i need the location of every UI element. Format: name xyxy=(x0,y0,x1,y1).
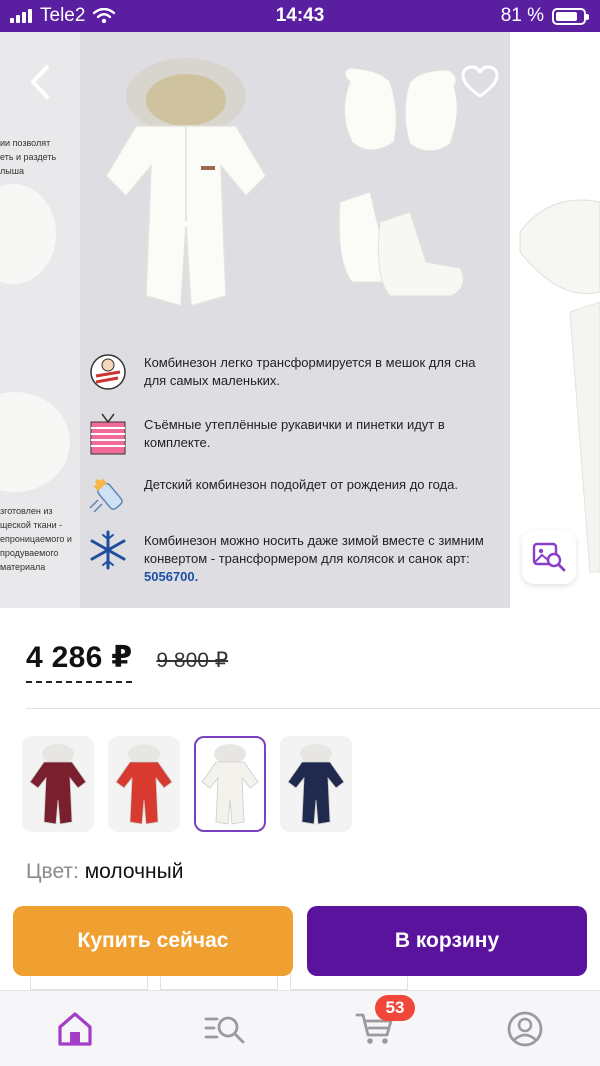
gallery-prev-slide: ии позволят еть и раздеть лыша зготовлен и… xyxy=(0,32,80,608)
variant-product-image xyxy=(29,744,87,825)
battery-icon xyxy=(552,7,589,25)
prev-slide-product-detail xyxy=(0,184,56,284)
gallery-next-slide xyxy=(510,32,600,608)
color-line: Цвет: молочный xyxy=(26,860,183,884)
prev-slide-text-top: ии позволят еть и раздеть лыша xyxy=(0,136,80,178)
color-label: Цвет: xyxy=(26,860,79,883)
mittens-image xyxy=(344,67,458,152)
back-button[interactable] xyxy=(18,60,62,104)
prev-slide-text-line: ии позволят xyxy=(0,138,51,148)
tab-home[interactable] xyxy=(45,1001,105,1057)
article-number-link[interactable]: 5056700. xyxy=(144,569,198,584)
gallery-current-slide: Комбинезон легко трансформируется в мешо… xyxy=(80,32,510,608)
baby-bottle-icon xyxy=(86,472,130,516)
product-page: Tele2 14:43 81 % ии позволят еть и раздет… xyxy=(0,0,600,1066)
prev-slide-text-line: материала xyxy=(0,562,46,572)
tab-cart[interactable]: 53 xyxy=(345,995,415,1057)
share-icon xyxy=(546,61,574,98)
variant-product-image xyxy=(287,744,345,825)
buy-now-button[interactable]: Купить сейчас xyxy=(13,906,293,976)
feature-row-winter: Комбинезон можно носить даже зимой вмест… xyxy=(86,528,496,586)
tab-profile[interactable] xyxy=(495,1001,555,1057)
catalog-search-icon xyxy=(204,1016,245,1044)
prev-slide-text-line: продуваемого xyxy=(0,548,59,558)
prev-slide-text-line: щеской ткани - xyxy=(0,520,63,530)
battery-percent: 81 % xyxy=(500,5,544,26)
old-price: 9 800 ₽ xyxy=(156,649,229,672)
color-value: молочный xyxy=(84,860,184,883)
color-variant-thumb[interactable] xyxy=(108,736,180,832)
favorite-button[interactable] xyxy=(456,58,504,106)
feature-row-sleeping-bag: Комбинезон легко трансформируется в мешо… xyxy=(86,350,496,394)
color-variant-thumb[interactable] xyxy=(280,736,352,832)
bottom-tab-bar: 53 xyxy=(0,990,600,1066)
home-icon xyxy=(58,1012,92,1046)
feature-text: Комбинезон можно носить даже зимой вмест… xyxy=(144,533,484,584)
prev-slide-text-line: еть и раздеть xyxy=(0,152,57,162)
jumpsuit-image xyxy=(105,58,267,307)
booties-image xyxy=(338,191,464,297)
status-bar: Tele2 14:43 81 % xyxy=(0,0,600,32)
cart-count-badge: 53 xyxy=(375,995,415,1021)
add-to-cart-button[interactable]: В корзину xyxy=(307,906,587,976)
feature-row-age: Детский комбинезон подойдет от рождения … xyxy=(86,472,496,516)
product-gallery[interactable]: ии позволят еть и раздеть лыша зготовлен и… xyxy=(0,32,600,608)
prev-slide-text-bottom: зготовлен из щеской ткани - епроницаемого … xyxy=(0,504,80,574)
divider xyxy=(26,708,600,709)
tab-catalog-search[interactable] xyxy=(195,1001,255,1057)
feature-row-mittens: Съёмные утеплённые рукавички и пинетки и… xyxy=(86,412,496,456)
swaddled-baby-icon xyxy=(86,350,130,394)
share-button[interactable] xyxy=(536,56,584,104)
prev-slide-text-line: епроницаемого и xyxy=(0,534,72,544)
color-variant-thumb[interactable] xyxy=(22,736,94,832)
feature-text: Детский комбинезон подойдет от рождения … xyxy=(144,477,458,492)
gift-box-icon xyxy=(86,412,130,456)
image-search-icon xyxy=(532,542,566,572)
feature-text: Съёмные утеплённые рукавички и пинетки и… xyxy=(144,417,445,450)
color-variants xyxy=(22,736,352,832)
prev-slide-text-line: зготовлен из xyxy=(0,506,53,516)
status-right: 81 % xyxy=(500,5,589,27)
snowflake-icon xyxy=(86,528,130,572)
prev-slide-text-line: лыша xyxy=(0,166,24,176)
variant-product-image xyxy=(115,744,173,825)
variant-product-image xyxy=(201,744,259,825)
visual-search-button[interactable] xyxy=(522,530,576,584)
price-row: 4 286 ₽ 9 800 ₽ xyxy=(26,640,228,683)
chevron-left-icon xyxy=(31,65,49,99)
current-price[interactable]: 4 286 ₽ xyxy=(26,640,133,683)
prev-slide-product-detail-2 xyxy=(0,392,70,492)
heart-icon xyxy=(461,65,499,98)
feature-text: Комбинезон легко трансформируется в мешо… xyxy=(144,355,476,388)
color-variant-thumb[interactable] xyxy=(194,736,266,832)
profile-icon xyxy=(507,1011,543,1047)
